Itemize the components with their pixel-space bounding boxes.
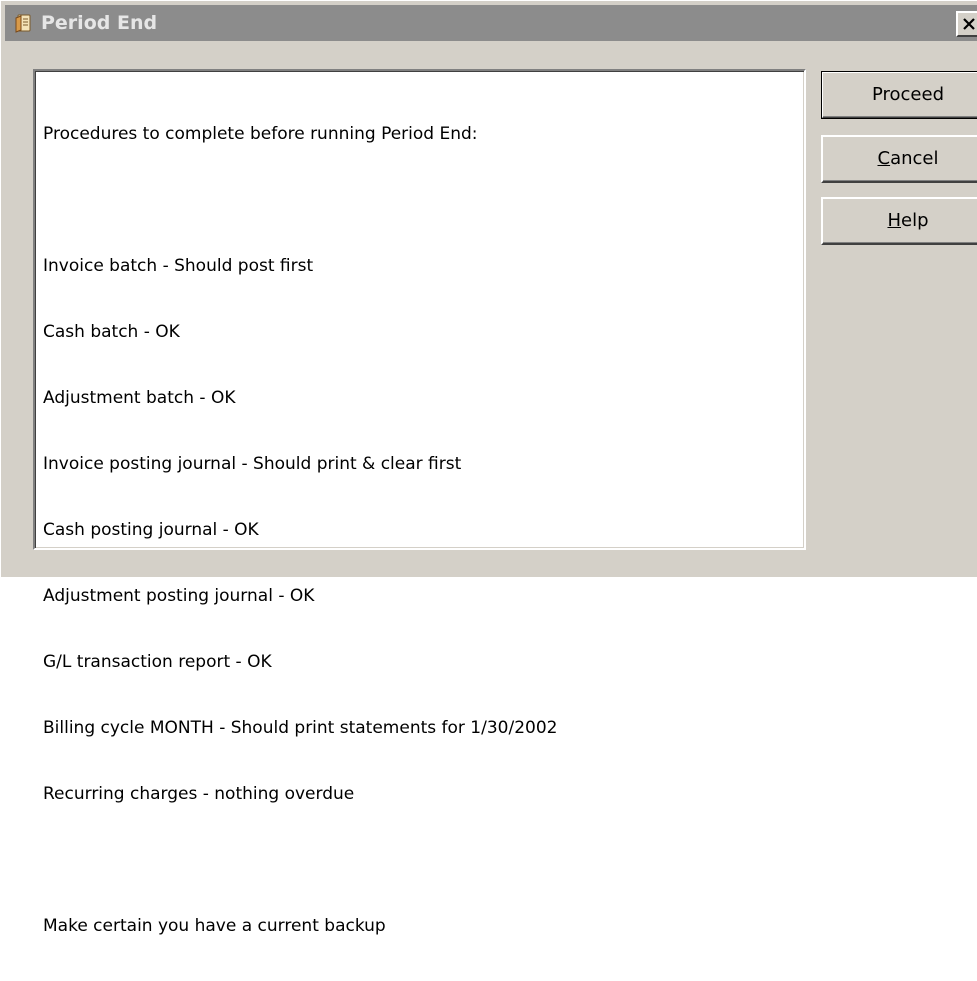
procedures-heading: Procedures to complete before running Pe…: [43, 124, 478, 144]
window-title: Period End: [41, 12, 158, 34]
procedure-item: Adjustment posting journal - OK: [43, 586, 315, 606]
period-end-dialog: Period End Procedures to complete before…: [0, 0, 977, 936]
proceed-button[interactable]: Proceed: [821, 71, 977, 119]
procedure-item: Invoice batch - Should post first: [43, 256, 314, 276]
cancel-button[interactable]: Cancel: [821, 135, 977, 183]
procedures-text: Procedures to complete before running Pe…: [43, 79, 796, 981]
backup-reminder: Make certain you have a current backup: [43, 916, 386, 936]
proceed-button-label: Proceed: [871, 84, 945, 105]
period-end-icon: [13, 13, 33, 33]
close-icon: [963, 18, 975, 30]
procedure-item: Billing cycle MONTH - Should print state…: [43, 718, 558, 738]
help-button-label: Help: [887, 210, 929, 231]
title-bar[interactable]: Period End: [5, 5, 977, 41]
help-button[interactable]: Help: [821, 197, 977, 245]
close-button[interactable]: [956, 11, 977, 37]
procedure-item: Cash batch - OK: [43, 322, 180, 342]
procedure-item: G/L transaction report - OK: [43, 652, 272, 672]
cancel-button-label: Cancel: [877, 148, 939, 169]
procedure-item: Recurring charges - nothing overdue: [43, 784, 355, 804]
procedure-item: Invoice posting journal - Should print &…: [43, 454, 462, 474]
procedure-item: Adjustment batch - OK: [43, 388, 236, 408]
procedures-text-area[interactable]: Procedures to complete before running Pe…: [33, 69, 806, 936]
procedure-item: Cash posting journal - OK: [43, 520, 259, 540]
